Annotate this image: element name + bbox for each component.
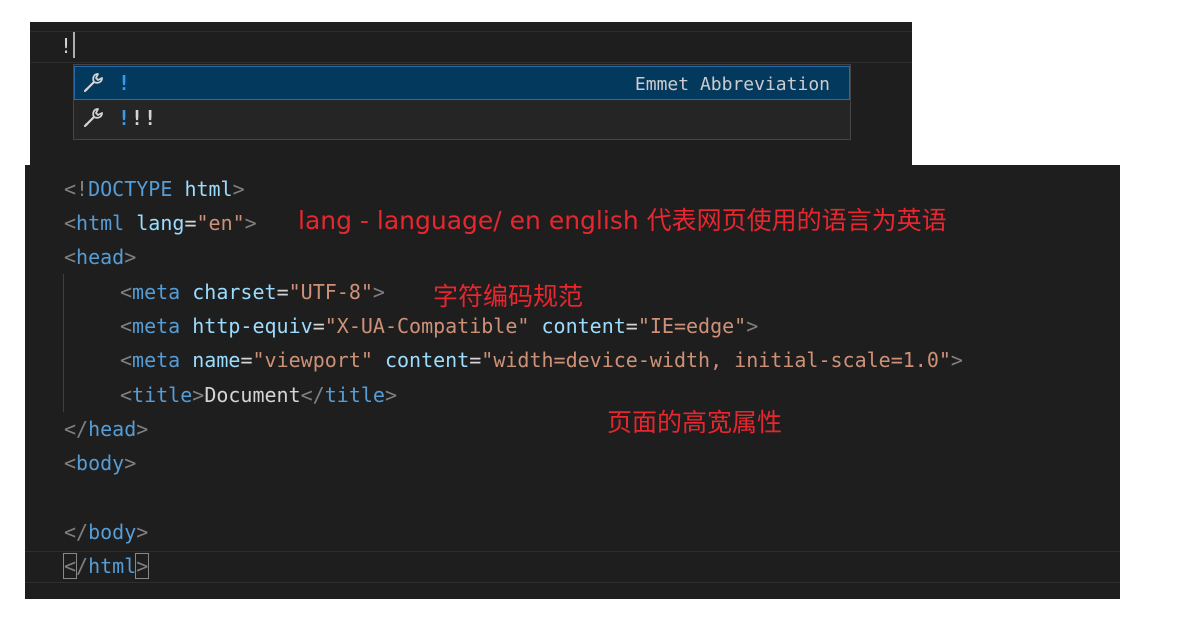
lang-annotation: lang - language/ en english 代表网页使用的语言为英语 [298, 206, 947, 235]
wrench-icon [83, 108, 103, 128]
current-line-highlight [25, 551, 1120, 583]
code-line-1: <!DOCTYPE html> [64, 177, 245, 201]
code-line-2: <html lang="en"> [64, 211, 257, 235]
code-line-5: <meta http-equiv="X-UA-Compatible" conte… [120, 314, 759, 338]
indent-guide [63, 274, 64, 412]
code-line-12: </html> [62, 553, 150, 579]
code-line-4: <meta charset="UTF-8"> [120, 280, 385, 304]
suggest-widget: ! Emmet Abbreviation !!! [73, 64, 851, 140]
current-line-highlight [30, 31, 912, 63]
code-line-11: </body> [64, 520, 149, 544]
typed-abbreviation[interactable]: ! [60, 34, 72, 58]
text-cursor [73, 32, 75, 58]
suggestion-label: ! [118, 71, 132, 95]
code-line-8: </head> [64, 417, 149, 441]
code-line-6: <meta name="viewport" content="width=dev… [120, 348, 963, 372]
code-line-3: <head> [64, 245, 137, 269]
suggestion-item-triple-bang[interactable]: !!! [74, 101, 850, 135]
charset-annotation: 字符编码规范 [433, 282, 584, 311]
code-line-7: <title>Document</title> [120, 383, 397, 407]
matched-bracket-close: > [135, 553, 150, 579]
code-line-9: <body> [64, 451, 137, 475]
suggestion-detail: Emmet Abbreviation [634, 74, 830, 95]
emmet-editor-panel: ! ! Emmet Abbreviation !!! [30, 22, 912, 165]
viewport-annotation: 页面的高宽属性 [607, 408, 783, 437]
suggestion-item-emmet-doc[interactable]: ! Emmet Abbreviation [74, 66, 850, 100]
suggestion-label: !!! [118, 106, 158, 130]
wrench-icon [83, 73, 103, 93]
matched-bracket-open: < [62, 553, 78, 579]
